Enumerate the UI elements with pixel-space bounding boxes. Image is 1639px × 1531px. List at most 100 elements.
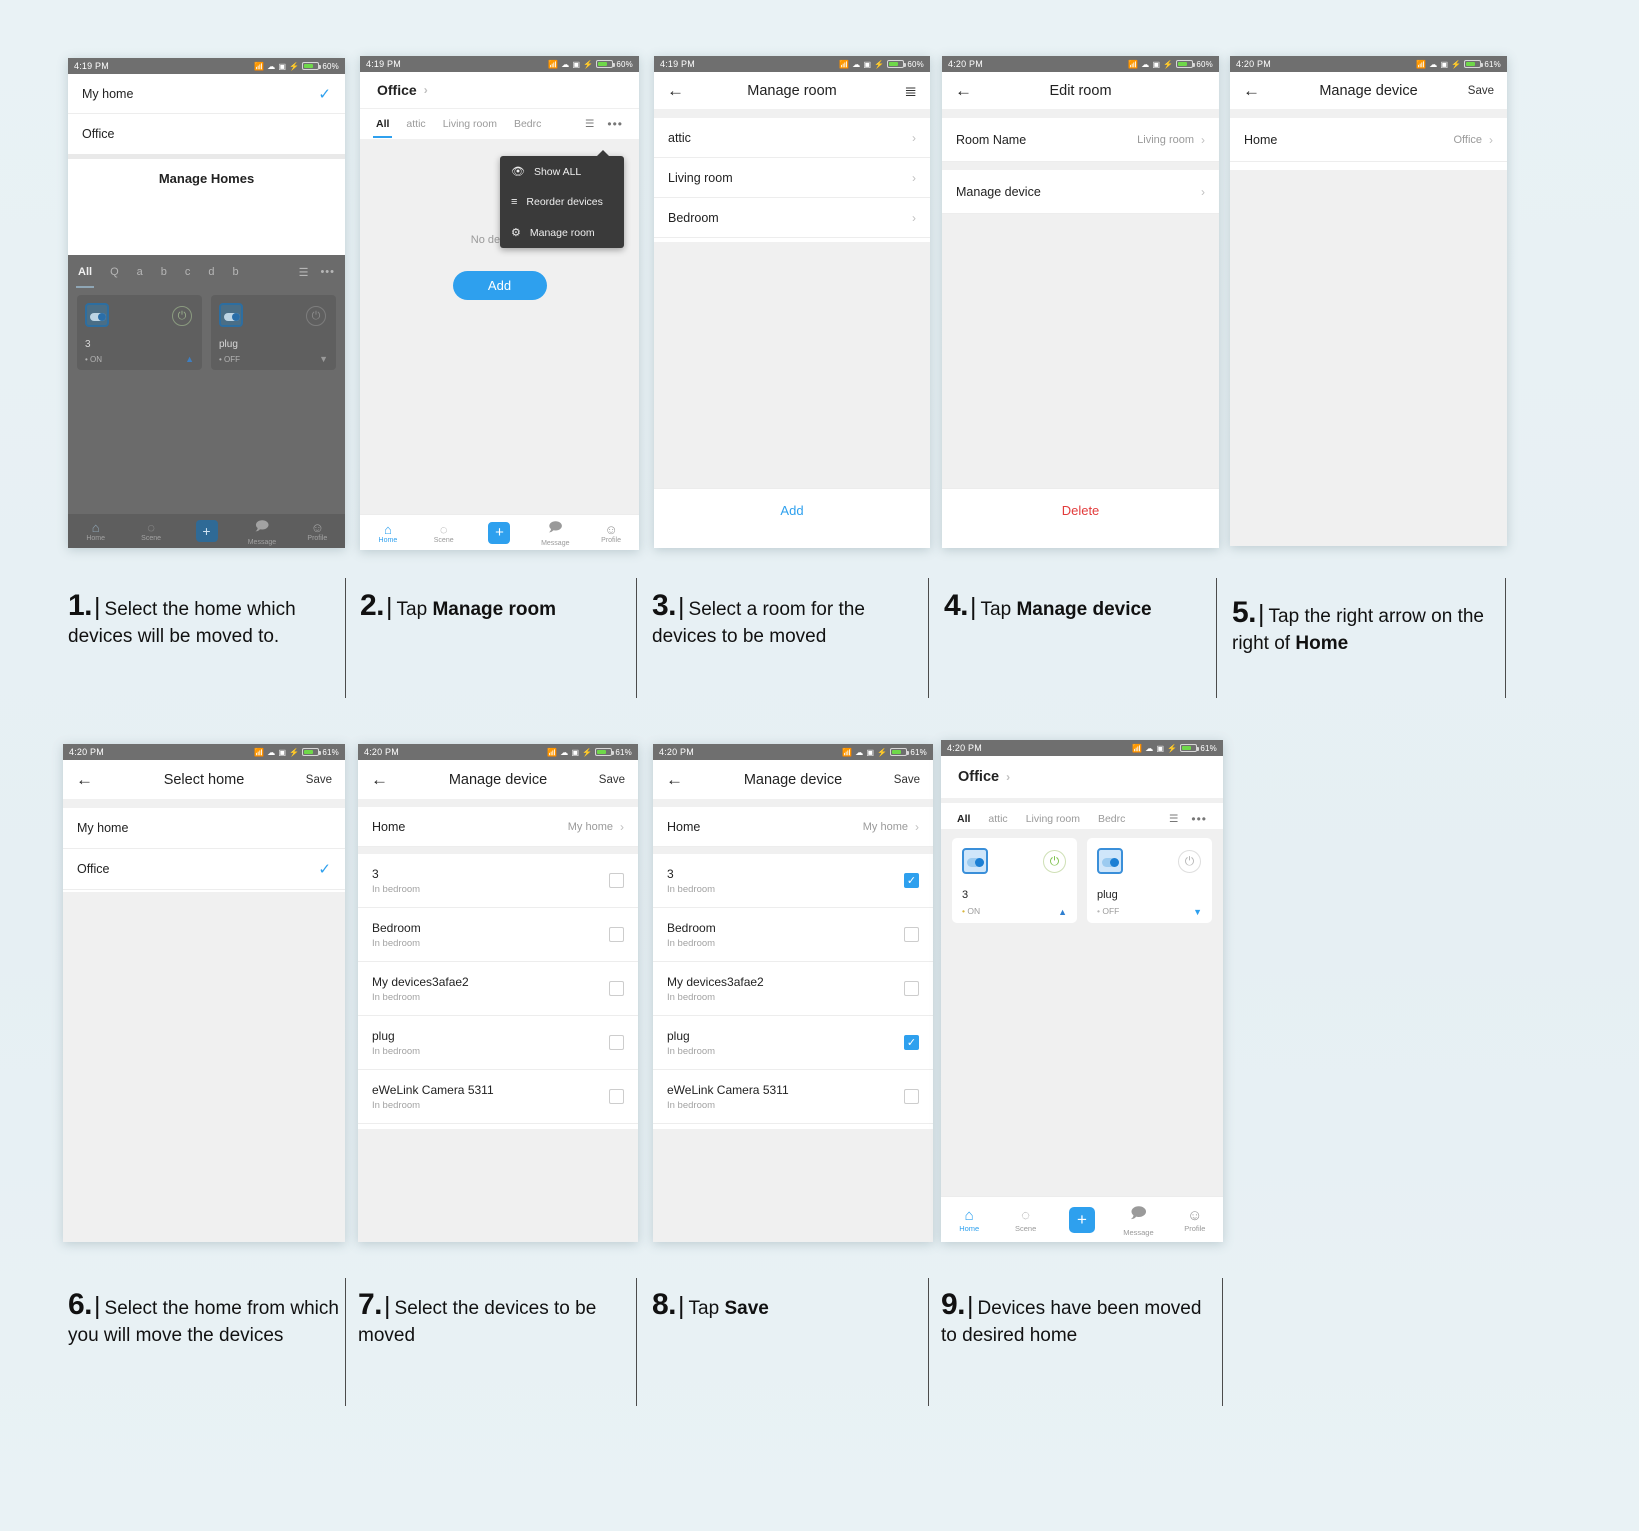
device-checkbox[interactable] <box>904 927 919 942</box>
device-card[interactable]: ⏻ plug • OFF ▼ <box>1087 838 1212 923</box>
nav-home[interactable]: ⌂ Home <box>68 520 123 542</box>
device-checkbox-checked[interactable]: ✓ <box>904 873 919 888</box>
back-icon[interactable]: ← <box>76 771 93 788</box>
status-bar: 4:20 PM 📶 ☁ ▣ ⚡ 60% <box>942 56 1219 72</box>
tab-living-room[interactable]: Living room <box>443 118 497 130</box>
power-toggle-icon[interactable]: ⏻ <box>172 306 192 326</box>
tab-attic[interactable]: attic <box>988 813 1007 825</box>
device-card[interactable]: ⏻ 3 • ON ▲ <box>952 838 1077 923</box>
back-icon[interactable]: ← <box>371 771 388 788</box>
back-icon[interactable]: ← <box>667 82 684 99</box>
device-row[interactable]: Bedroom In bedroom <box>653 908 933 962</box>
back-icon[interactable]: ← <box>666 771 683 788</box>
nav-home[interactable]: ⌂ Home <box>360 522 416 544</box>
tab-b2[interactable]: b <box>233 266 239 278</box>
home-option-my-home[interactable]: My home ✓ <box>68 74 345 114</box>
device-checkbox-checked[interactable]: ✓ <box>904 1035 919 1050</box>
save-button[interactable]: Save <box>306 774 332 786</box>
menu-item-manage-room[interactable]: ⚙ Manage room <box>500 217 624 248</box>
list-view-icon[interactable]: ☰ <box>585 118 594 130</box>
nav-message[interactable]: 🗩 Message <box>527 518 583 547</box>
more-options-icon[interactable]: ••• <box>1191 812 1207 826</box>
nav-scene[interactable]: ◌ Scene <box>997 1207 1053 1233</box>
tab-bedroom[interactable]: Bedrc <box>1098 813 1125 825</box>
device-row[interactable]: 3 In bedroom <box>358 854 638 908</box>
device-row[interactable]: plug In bedroom ✓ <box>653 1016 933 1070</box>
more-options-icon[interactable]: ••• <box>320 266 335 278</box>
room-row-attic[interactable]: attic › <box>654 118 930 158</box>
save-button[interactable]: Save <box>894 774 920 786</box>
home-option-office[interactable]: Office ✓ <box>63 849 345 890</box>
row-room-name[interactable]: Room Name Living room › <box>942 118 1219 162</box>
device-row[interactable]: My devices3afae2 In bedroom <box>653 962 933 1016</box>
list-view-icon[interactable]: ☰ <box>299 266 309 279</box>
tab-living-room[interactable]: Living room <box>1026 813 1080 825</box>
save-button[interactable]: Save <box>599 774 625 786</box>
add-button[interactable]: Add <box>654 488 930 548</box>
tab-all[interactable]: All <box>373 118 393 138</box>
more-options-icon[interactable]: ••• <box>607 117 623 131</box>
device-checkbox[interactable] <box>609 1035 624 1050</box>
nav-message[interactable]: 🗩 Message <box>1110 1203 1166 1237</box>
tab-all[interactable]: All <box>76 266 95 288</box>
device-checkbox[interactable] <box>609 981 624 996</box>
tab-q[interactable]: Q <box>110 266 119 278</box>
nav-add[interactable]: + <box>472 521 528 544</box>
menu-item-show-all[interactable]: 👁 Show ALL <box>500 156 624 187</box>
nav-profile[interactable]: ☺ Profile <box>583 522 639 544</box>
device-checkbox[interactable] <box>609 873 624 888</box>
power-toggle-icon[interactable]: ⏻ <box>1043 850 1066 873</box>
step-caption-4: 4.| Tap Manage device <box>944 589 1152 622</box>
device-row[interactable]: 3 In bedroom ✓ <box>653 854 933 908</box>
device-checkbox[interactable] <box>609 1089 624 1104</box>
row-home[interactable]: Home Office › <box>1230 118 1507 162</box>
tab-d[interactable]: d <box>208 266 214 278</box>
delete-button[interactable]: Delete <box>942 488 1219 548</box>
room-row-living-room[interactable]: Living room › <box>654 158 930 198</box>
nav-profile[interactable]: ☺ Profile <box>1167 1207 1223 1233</box>
tab-b1[interactable]: b <box>161 266 167 278</box>
nav-message[interactable]: 🗩 Message <box>234 517 289 546</box>
room-row-bedroom[interactable]: Bedroom › <box>654 198 930 238</box>
nav-scene[interactable]: ◌ Scene <box>123 520 178 542</box>
sort-icon[interactable]: ≣ <box>904 82 917 100</box>
row-home[interactable]: Home My home › <box>358 807 638 847</box>
device-row[interactable]: Bedroom In bedroom <box>358 908 638 962</box>
device-row[interactable]: plug In bedroom <box>358 1016 638 1070</box>
tab-c[interactable]: c <box>185 266 191 278</box>
row-manage-device[interactable]: Manage device › <box>942 170 1219 214</box>
tab-bedroom[interactable]: Bedrc <box>514 118 541 130</box>
device-checkbox[interactable] <box>904 981 919 996</box>
home-title-button[interactable]: Office › <box>941 756 1223 798</box>
power-toggle-icon[interactable]: ⏻ <box>1178 850 1201 873</box>
power-toggle-icon[interactable]: ⏻ <box>306 306 326 326</box>
device-card[interactable]: ⏻ 3 • ON ▲ <box>77 295 202 370</box>
home-option-office[interactable]: Office <box>68 114 345 154</box>
tab-attic[interactable]: attic <box>406 118 425 130</box>
menu-item-reorder-devices[interactable]: ≡ Reorder devices <box>500 187 624 217</box>
battery-icon <box>1176 60 1196 68</box>
home-title-button[interactable]: Office › <box>360 72 639 109</box>
device-row[interactable]: My devices3afae2 In bedroom <box>358 962 638 1016</box>
save-button[interactable]: Save <box>1468 85 1494 97</box>
device-row[interactable]: eWeLink Camera 5311 In bedroom <box>358 1070 638 1124</box>
tab-all[interactable]: All <box>953 813 975 834</box>
device-card[interactable]: ⏻ plug • OFF ▼ <box>211 295 336 370</box>
device-checkbox[interactable] <box>609 927 624 942</box>
manage-homes-button[interactable]: Manage Homes <box>68 159 345 198</box>
nav-add[interactable]: + <box>179 520 234 542</box>
tab-a[interactable]: a <box>137 266 143 278</box>
nav-profile[interactable]: ☺ Profile <box>290 520 345 542</box>
back-icon[interactable]: ← <box>955 82 972 99</box>
nav-scene[interactable]: ◌ Scene <box>416 522 472 544</box>
nav-home[interactable]: ⌂ Home <box>941 1207 997 1233</box>
device-checkbox[interactable] <box>904 1089 919 1104</box>
home-option-my-home[interactable]: My home <box>63 808 345 849</box>
device-name: eWeLink Camera 5311 <box>372 1082 494 1097</box>
add-button[interactable]: Add <box>452 271 547 300</box>
device-row[interactable]: eWeLink Camera 5311 In bedroom <box>653 1070 933 1124</box>
list-view-icon[interactable]: ☰ <box>1169 813 1178 825</box>
nav-add[interactable]: + <box>1054 1206 1110 1233</box>
row-home[interactable]: Home My home › <box>653 807 933 847</box>
back-icon[interactable]: ← <box>1243 82 1260 99</box>
